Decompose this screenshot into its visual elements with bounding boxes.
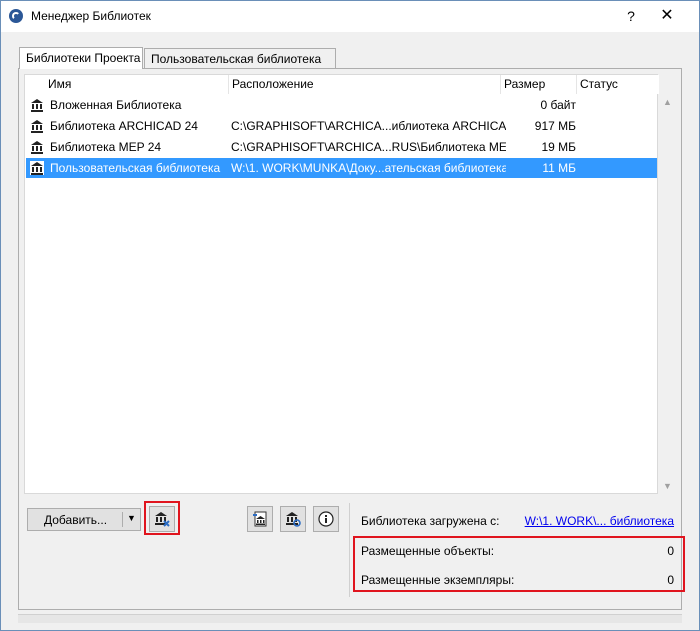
app-icon	[9, 9, 23, 23]
library-path: C:\GRAPHISOFT\ARCHICA...RUS\Библиотека M…	[231, 140, 506, 154]
add-button-separator	[122, 512, 123, 527]
library-path: W:\1. WORK\MUNKA\Доку...ательская библио…	[231, 161, 506, 175]
library-row-selected[interactable]: Пользовательская библиотека W:\1. WORK\M…	[26, 158, 657, 178]
column-header-size[interactable]: Размер	[501, 75, 577, 94]
reload-library-button[interactable]	[280, 506, 306, 532]
export-library-icon	[253, 511, 267, 527]
library-info-button[interactable]	[313, 506, 339, 532]
library-path: C:\GRAPHISOFT\ARCHICA...иблиотека ARCHIC…	[231, 119, 506, 133]
library-manager-window: Менеджер Библиотек ? ✕ Библиотеки Проект…	[0, 0, 700, 631]
info-icon	[318, 511, 334, 527]
tab-user-library[interactable]: Пользовательская библиотека	[144, 48, 336, 68]
scroll-up-icon[interactable]: ▲	[662, 98, 673, 107]
title-bar: Менеджер Библиотек ? ✕	[1, 1, 699, 32]
highlight-remove-button	[144, 501, 180, 535]
loaded-from-link[interactable]: W:\1. WORK\... библиотека	[525, 514, 674, 528]
library-row[interactable]: Библиотека ARCHICAD 24 C:\GRAPHISOFT\ARC…	[26, 116, 657, 136]
bottom-bar	[18, 614, 682, 623]
library-size: 11 МБ	[542, 161, 576, 175]
window-title: Менеджер Библиотек	[31, 9, 151, 23]
list-header: Имя Расположение Размер Статус	[25, 75, 659, 94]
reload-library-icon	[286, 512, 301, 527]
scroll-down-icon[interactable]: ▼	[662, 482, 673, 491]
highlight-placed-counts	[353, 536, 685, 592]
chevron-down-icon[interactable]: ▼	[127, 513, 136, 523]
close-button[interactable]: ✕	[657, 6, 677, 26]
library-name: Пользовательская библиотека	[50, 161, 221, 175]
library-row[interactable]: Вложенная Библиотека 0 байт	[26, 95, 657, 115]
add-library-button[interactable]: Добавить... ▼	[27, 508, 141, 531]
tab-project-libraries[interactable]: Библиотеки Проекта	[19, 47, 143, 69]
library-name: Библиотека MEP 24	[50, 140, 162, 154]
library-size: 0 байт	[540, 98, 576, 112]
loaded-from-label: Библиотека загружена с:	[361, 514, 500, 528]
help-button[interactable]: ?	[621, 6, 641, 26]
column-header-status[interactable]: Статус	[577, 75, 659, 94]
library-row[interactable]: Библиотека MEP 24 C:\GRAPHISOFT\ARCHICA.…	[26, 137, 657, 157]
library-size: 19 МБ	[541, 140, 576, 154]
list-scrollbar[interactable]: ▲ ▼	[659, 94, 676, 493]
library-path	[231, 95, 506, 115]
vertical-divider	[349, 503, 350, 597]
add-button-label: Добавить...	[44, 513, 108, 527]
library-list[interactable]: Имя Расположение Размер Статус Вложенная…	[24, 74, 659, 494]
library-size: 917 МБ	[534, 119, 576, 133]
library-name: Вложенная Библиотека	[50, 98, 182, 112]
column-header-name[interactable]: Имя	[45, 75, 229, 94]
column-header-location[interactable]: Расположение	[229, 75, 501, 94]
library-name: Библиотека ARCHICAD 24	[50, 119, 198, 133]
export-library-button[interactable]	[247, 506, 273, 532]
